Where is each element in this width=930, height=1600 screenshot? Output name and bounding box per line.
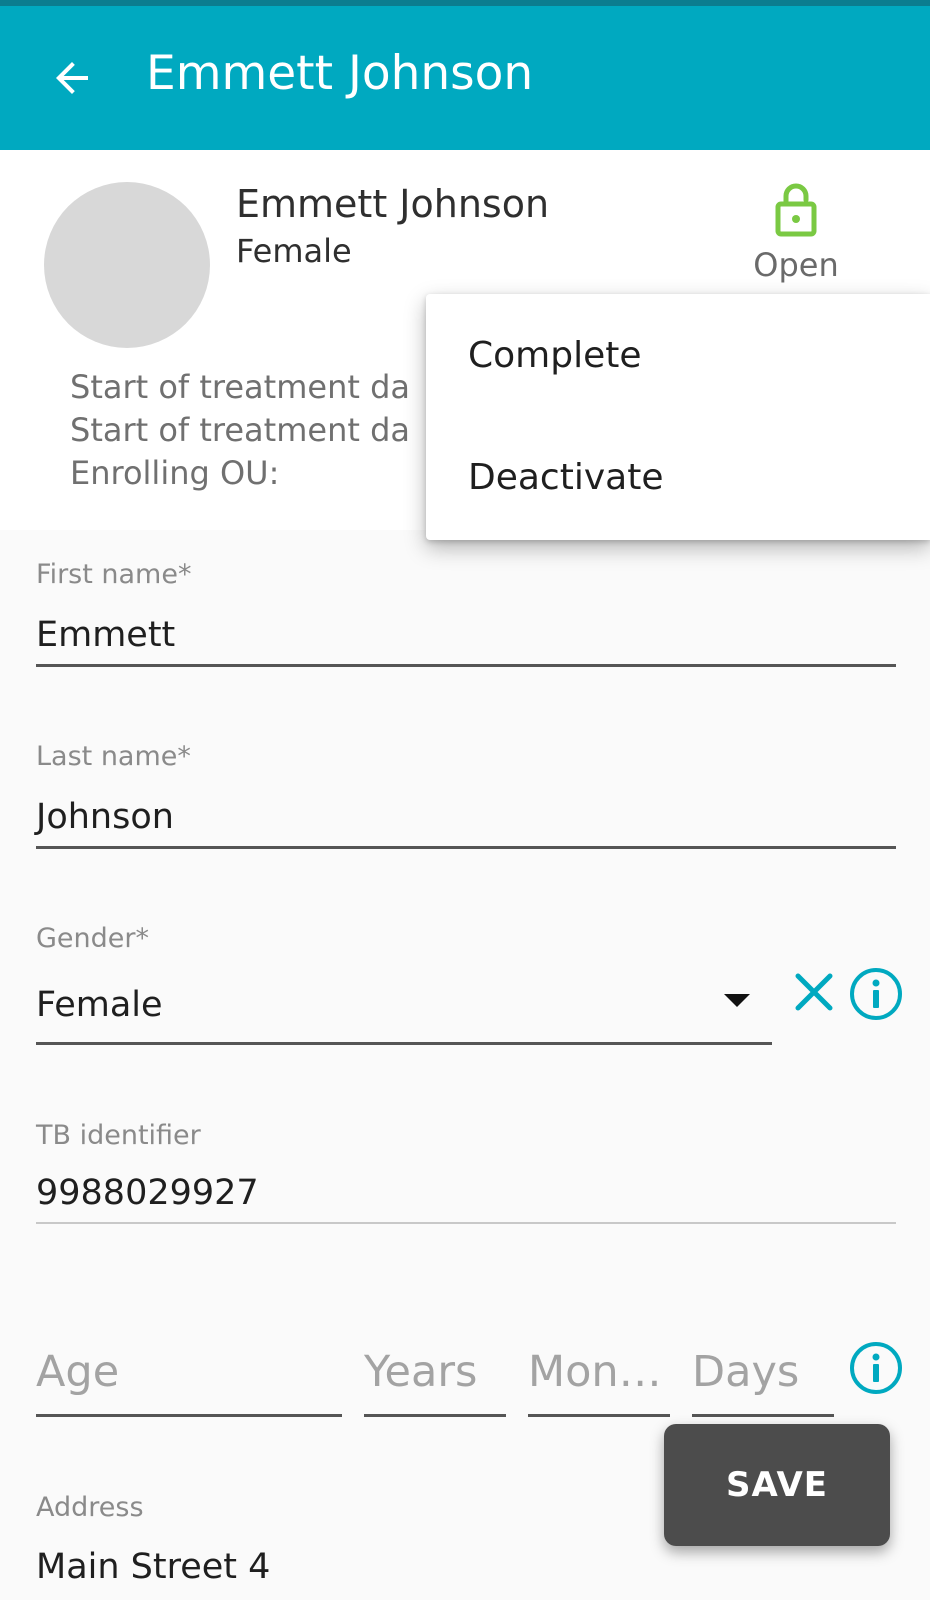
age-input[interactable]: Age [36,1344,336,1400]
profile-gender: Female [236,232,352,270]
enrollment-status-toggle[interactable]: Open [746,180,846,290]
tb-identifier-label: TB identifier [36,1120,201,1151]
address-input[interactable]: Main Street 4 [36,1544,270,1590]
age-underline [36,1414,342,1417]
months-underline [528,1414,670,1417]
gender-info-button[interactable] [848,966,904,1022]
page-title: Emmett Johnson [146,46,534,101]
close-icon [795,973,833,1011]
last-name-label: Last name* [36,741,191,772]
months-input[interactable]: Mont... [528,1344,670,1400]
menu-item-deactivate[interactable]: Deactivate [426,416,930,538]
gender-select[interactable]: Female [36,982,163,1028]
last-name-underline [36,846,896,849]
years-underline [364,1414,506,1417]
years-input[interactable]: Years [364,1344,506,1400]
enrollment-screen: Emmett Johnson Emmett Johnson Female Ope… [0,0,930,1600]
enrolling-ou-line: Enrolling OU: [70,454,280,492]
chevron-down-icon[interactable] [724,994,750,1007]
status-label: Open [753,246,839,284]
address-label: Address [36,1492,144,1523]
treatment-start-date-line-2: Start of treatment da [70,411,410,449]
gender-label: Gender* [36,923,149,954]
age-info-button[interactable] [848,1340,904,1396]
back-button[interactable] [40,46,104,110]
tb-identifier-underline [36,1222,896,1224]
first-name-label: First name* [36,559,192,590]
overflow-menu: Complete Deactivate [426,294,930,540]
clear-gender-button[interactable] [790,968,838,1016]
avatar [44,182,210,348]
last-name-input[interactable]: Johnson [36,794,174,840]
tb-identifier-input[interactable]: 9988029927 [36,1170,259,1216]
first-name-input[interactable]: Emmett [36,612,175,658]
info-circle-icon [850,968,902,1020]
first-name-underline [36,664,896,667]
app-bar: Emmett Johnson [0,6,930,150]
profile-name: Emmett Johnson [236,182,550,226]
save-button[interactable]: SAVE [664,1424,890,1546]
lock-open-icon [775,183,817,237]
treatment-start-date-line: Start of treatment da [70,368,410,406]
days-input[interactable]: Days [692,1344,834,1400]
gender-underline [36,1042,772,1045]
arrow-left-icon [56,62,88,94]
info-circle-icon [850,1342,902,1394]
days-underline [692,1414,834,1417]
menu-item-complete[interactable]: Complete [426,294,930,416]
